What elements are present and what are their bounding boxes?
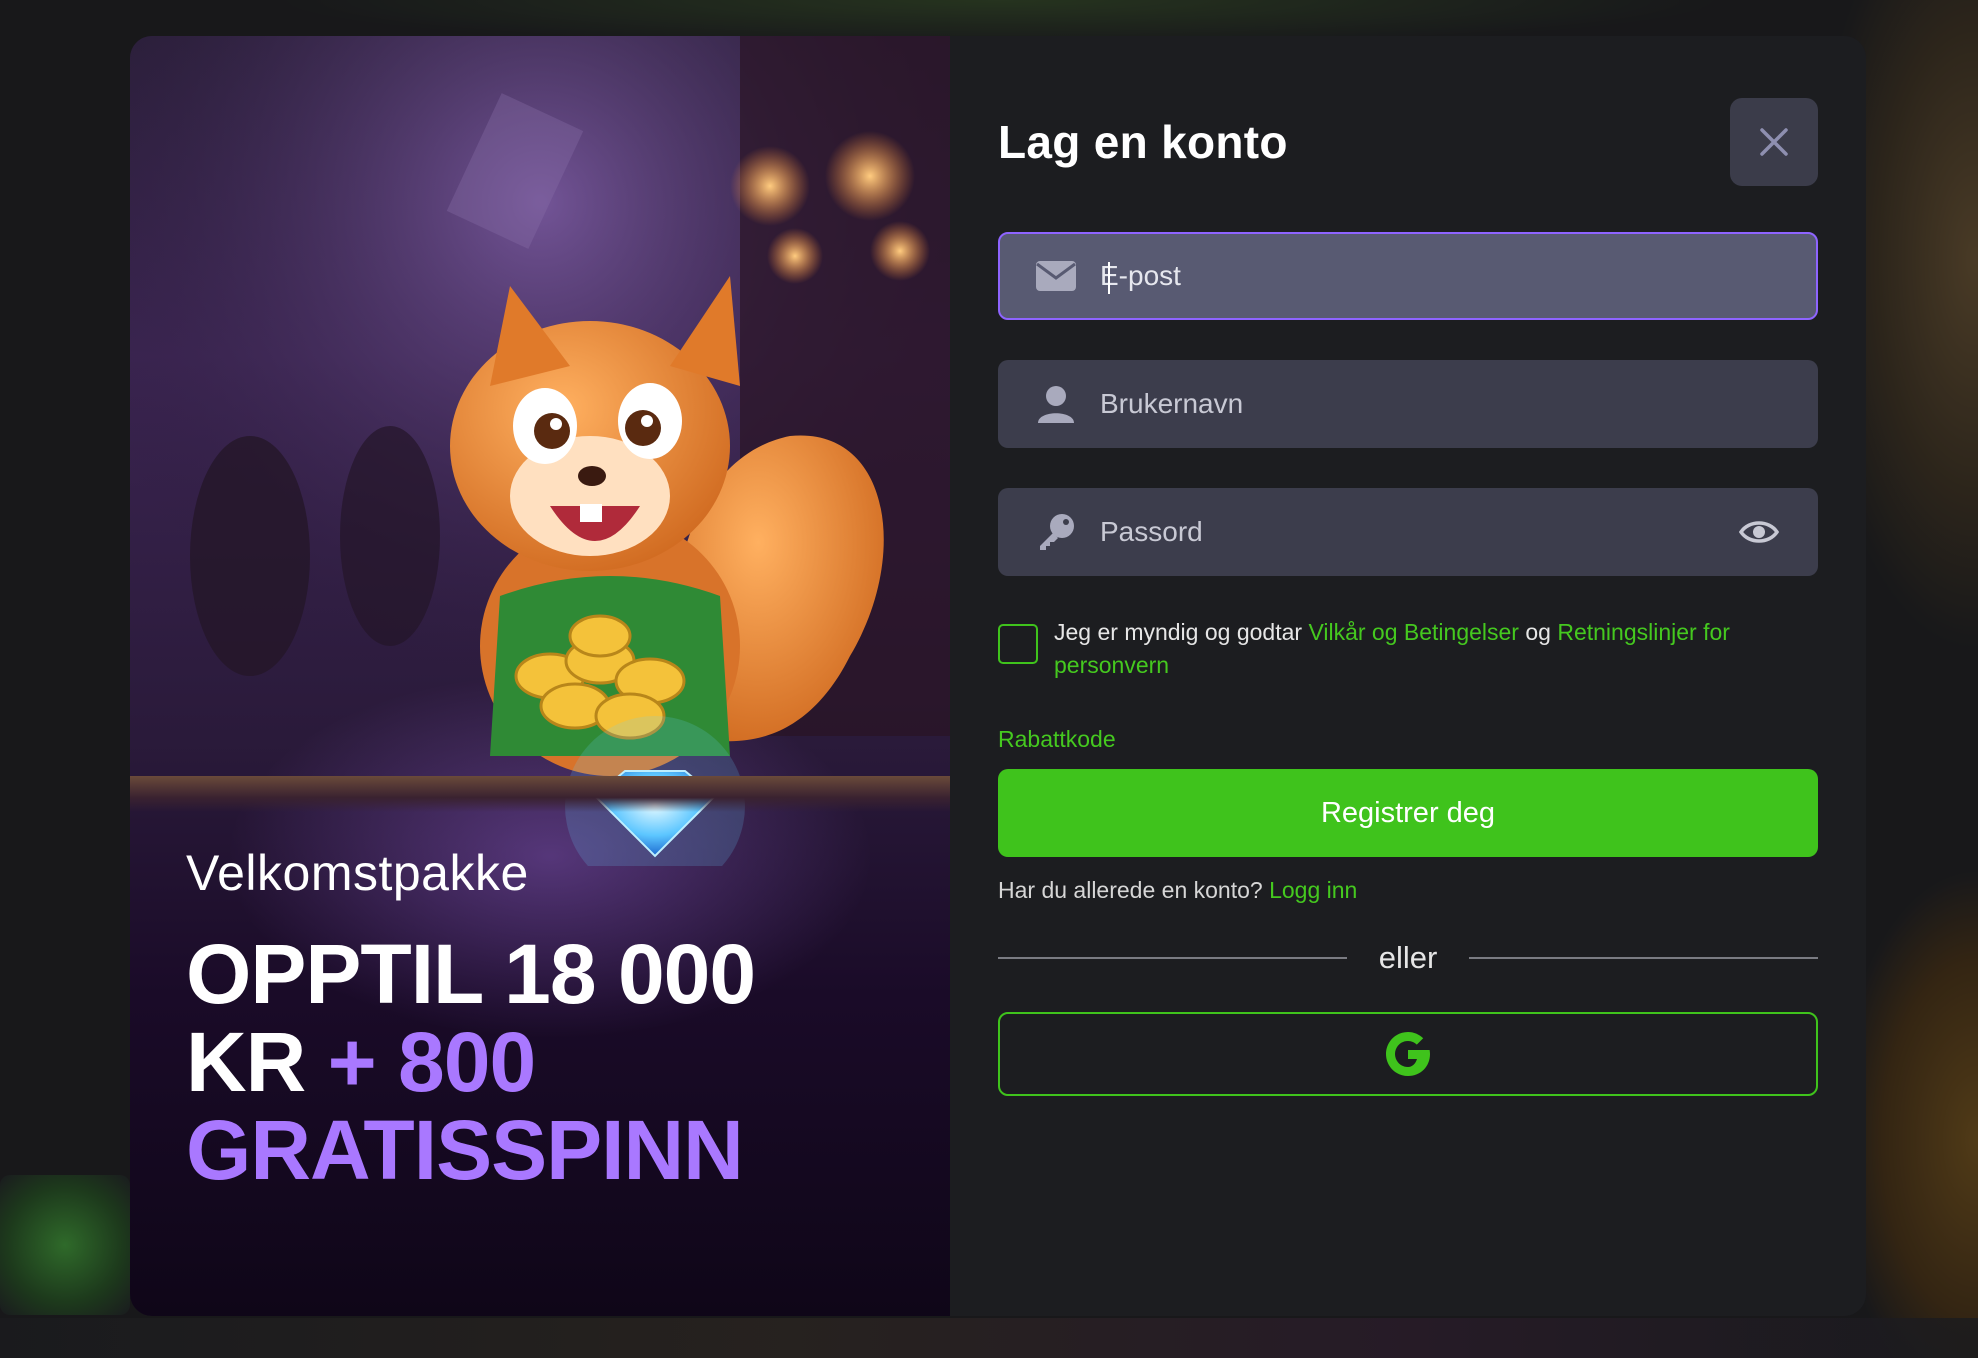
close-button[interactable] xyxy=(1730,98,1818,186)
squirrel-mascot-illustration xyxy=(130,36,950,866)
or-divider: eller xyxy=(998,938,1818,978)
google-signin-button[interactable] xyxy=(998,1012,1818,1096)
headline-line-2: KR + 800 xyxy=(186,1018,886,1106)
email-input[interactable] xyxy=(1100,234,1816,318)
consent-middle: og xyxy=(1518,619,1558,645)
register-button[interactable]: Registrer deg xyxy=(998,769,1818,857)
form-header: Lag en konto xyxy=(998,98,1818,186)
consent-prefix: Jeg er myndig og godtar xyxy=(1054,619,1309,645)
close-icon xyxy=(1760,128,1788,156)
email-field[interactable] xyxy=(998,232,1818,320)
consent-checkbox[interactable] xyxy=(998,624,1038,664)
table-edge xyxy=(130,776,950,812)
terms-link[interactable]: Vilkår og Betingelser xyxy=(1308,619,1519,645)
promo-headline: OPPTIL 18 000 KR + 800 GRATISSPINN xyxy=(186,930,886,1194)
password-field[interactable] xyxy=(998,488,1818,576)
headline-line-3: GRATISSPINN xyxy=(186,1103,744,1197)
headline-spins-count: + 800 xyxy=(305,1015,537,1109)
login-prompt-row: Har du allerede en konto? Logg inn xyxy=(998,877,1818,904)
headline-kr: KR xyxy=(186,1015,306,1109)
text-caret xyxy=(1108,262,1110,294)
password-input[interactable] xyxy=(1100,488,1734,576)
background-game-thumbnail xyxy=(0,1175,130,1315)
login-link[interactable]: Logg inn xyxy=(1269,877,1357,903)
user-icon xyxy=(1034,382,1078,426)
envelope-icon xyxy=(1034,254,1078,298)
google-g-icon xyxy=(1386,1032,1430,1076)
divider-line-left xyxy=(998,957,1347,959)
signup-modal: Velkomstpakke OPPTIL 18 000 KR + 800 GRA… xyxy=(130,36,1866,1316)
promo-panel: Velkomstpakke OPPTIL 18 000 KR + 800 GRA… xyxy=(130,36,950,1316)
form-title: Lag en konto xyxy=(998,116,1288,168)
show-password-eye-icon[interactable] xyxy=(1734,507,1784,557)
key-icon xyxy=(1034,510,1078,554)
promo-subtitle: Velkomstpakke xyxy=(186,845,529,901)
username-input[interactable] xyxy=(1100,360,1818,448)
signup-form-panel: Lag en konto E-post Brukernavn Jeg er my… xyxy=(950,36,1866,1316)
username-field[interactable] xyxy=(998,360,1818,448)
consent-row: Jeg er myndig og godtar Vilkår og Beting… xyxy=(998,616,1818,682)
divider-text: eller xyxy=(1378,940,1438,975)
consent-text: Jeg er myndig og godtar Vilkår og Beting… xyxy=(1054,616,1818,682)
promo-code-link[interactable]: Rabattkode xyxy=(998,726,1116,753)
login-prompt-text: Har du allerede en konto? xyxy=(998,877,1270,903)
background-game-strip xyxy=(0,1318,1978,1358)
promo-text-block: Velkomstpakke OPPTIL 18 000 KR + 800 GRA… xyxy=(186,844,886,1194)
divider-line-right xyxy=(1469,957,1818,959)
headline-line-1: OPPTIL 18 000 xyxy=(186,927,756,1021)
